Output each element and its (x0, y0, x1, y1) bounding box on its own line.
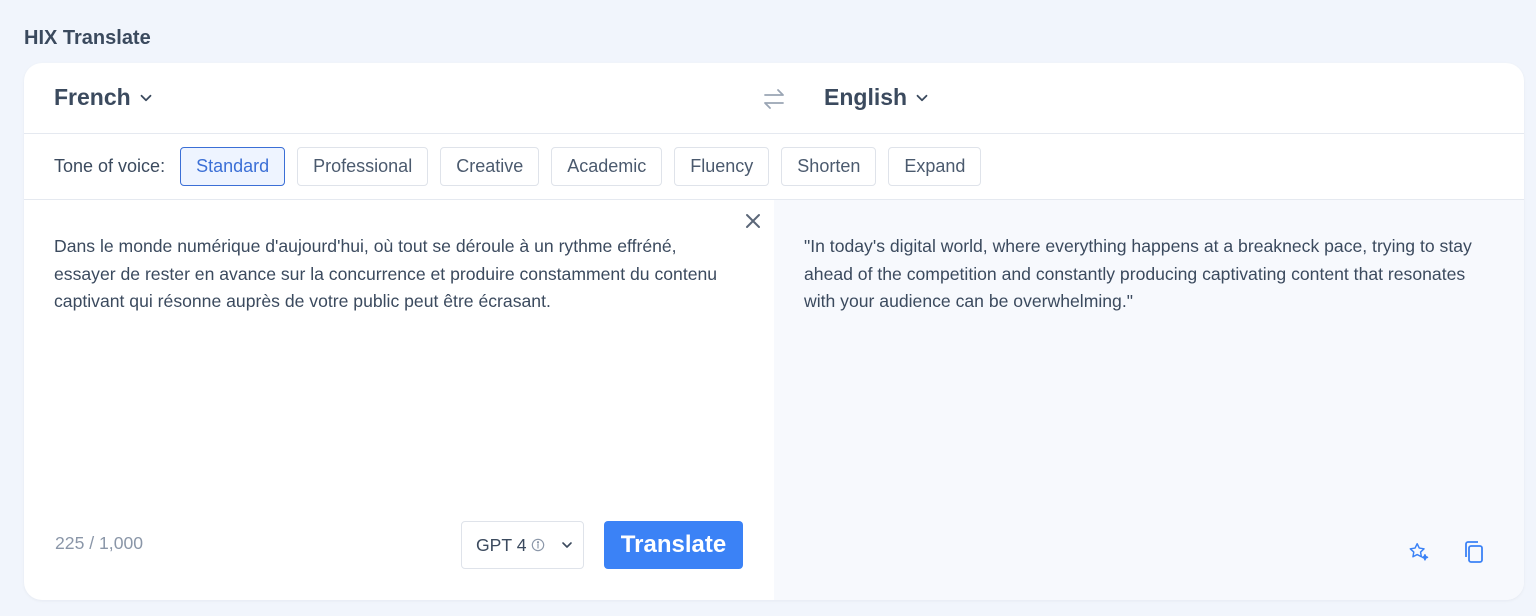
close-icon[interactable] (744, 212, 762, 230)
tone-academic-button[interactable]: Academic (551, 147, 663, 186)
character-count: 225 / 1,000 (55, 533, 144, 553)
target-pane: "In today's digital world, where everyth… (774, 200, 1524, 600)
source-text-input[interactable]: Dans le monde numérique d'aujourd'hui, o… (54, 233, 734, 316)
tone-standard-button[interactable]: Standard (180, 147, 286, 186)
tone-bar: Tone of voice: Standard Professional Cre… (24, 134, 1524, 200)
star-sparkle-icon[interactable] (1408, 541, 1430, 563)
chevron-down-icon (916, 94, 928, 101)
source-language-label: French (54, 84, 131, 110)
tone-professional-button[interactable]: Professional (297, 147, 429, 186)
target-language-label: English (824, 84, 908, 110)
language-bar: French English (24, 63, 1524, 134)
tone-label: Tone of voice: (54, 156, 166, 176)
translate-button[interactable]: Translate (604, 521, 743, 569)
translator-card: French English Tone of voice: Standard P… (24, 63, 1524, 600)
tone-shorten-button[interactable]: Shorten (781, 147, 877, 186)
translation-output: "In today's digital world, where everyth… (804, 236, 1472, 311)
tone-expand-button[interactable]: Expand (888, 147, 982, 186)
swap-languages-icon[interactable] (761, 87, 787, 111)
model-select[interactable]: GPT 4 (461, 521, 584, 569)
source-pane: Dans le monde numérique d'aujourd'hui, o… (24, 200, 774, 600)
model-label: GPT 4 (476, 534, 527, 555)
app-title: HIX Translate (24, 27, 151, 49)
tone-fluency-button[interactable]: Fluency (674, 147, 770, 186)
info-icon (531, 538, 544, 552)
source-language-select[interactable]: French (54, 84, 155, 111)
copy-icon[interactable] (1463, 540, 1485, 564)
target-language-select[interactable]: English (824, 84, 931, 111)
chevron-down-icon (561, 542, 572, 548)
tone-creative-button[interactable]: Creative (440, 147, 540, 186)
chevron-down-icon (140, 94, 152, 101)
